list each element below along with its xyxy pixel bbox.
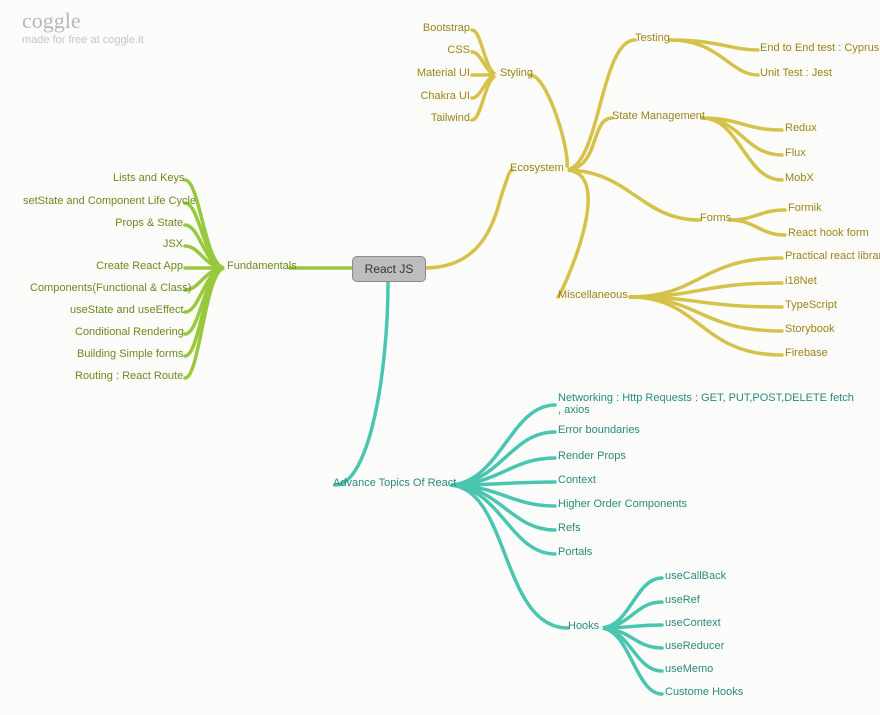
node-routing[interactable]: Routing : React Route — [75, 370, 183, 382]
node-e2e-cyprus[interactable]: End to End test : Cyprus — [760, 42, 879, 54]
brand-tagline: made for free at coggle.it — [22, 34, 144, 46]
node-error-boundaries[interactable]: Error boundaries — [558, 424, 640, 436]
node-formik[interactable]: Formik — [788, 202, 822, 214]
branch-state-mgmt[interactable]: State Management — [612, 110, 705, 122]
node-props-state[interactable]: Props & State — [115, 217, 183, 229]
branch-misc[interactable]: Miscellaneous — [558, 289, 628, 301]
node-jsx[interactable]: JSX — [160, 238, 183, 250]
node-react-hook-form[interactable]: React hook form — [788, 227, 869, 239]
node-usecontext[interactable]: useContext — [665, 617, 721, 629]
node-networking[interactable]: Networking : Http Requests : GET, PUT,PO… — [558, 392, 858, 416]
node-context[interactable]: Context — [558, 474, 596, 486]
node-building-forms[interactable]: Building Simple forms — [77, 348, 183, 360]
node-storybook[interactable]: Storybook — [785, 323, 835, 335]
node-components[interactable]: Components(Functional & Class) — [30, 282, 183, 294]
branch-forms[interactable]: Forms — [700, 212, 731, 224]
node-setstate-lifecycle[interactable]: setState and Component Life Cycle — [23, 195, 183, 207]
node-chakra-ui[interactable]: Chakra UI — [418, 90, 470, 102]
node-usestate-useeffect[interactable]: useState and useEffect — [70, 304, 183, 316]
node-flux[interactable]: Flux — [785, 147, 806, 159]
node-render-props[interactable]: Render Props — [558, 450, 626, 462]
node-css[interactable]: CSS — [420, 44, 470, 56]
node-usecallback[interactable]: useCallBack — [665, 570, 726, 582]
node-create-react-app[interactable]: Create React App — [95, 260, 183, 272]
root-node[interactable]: React JS — [352, 256, 426, 282]
branch-styling[interactable]: Styling — [500, 67, 533, 79]
node-unit-jest[interactable]: Unit Test : Jest — [760, 67, 832, 79]
branch-fundamentals[interactable]: Fundamentals — [227, 260, 297, 272]
brand-logo: coggle — [22, 8, 81, 34]
node-portals[interactable]: Portals — [558, 546, 592, 558]
branch-ecosystem[interactable]: Ecosystem — [510, 162, 564, 174]
node-tailwind[interactable]: Tailwind — [418, 112, 470, 124]
node-redux[interactable]: Redux — [785, 122, 817, 134]
branch-testing[interactable]: Testing — [635, 32, 670, 44]
branch-advance[interactable]: Advance Topics Of React — [333, 477, 456, 489]
node-usereducer[interactable]: useReducer — [665, 640, 724, 652]
node-useref[interactable]: useRef — [665, 594, 700, 606]
node-hoc[interactable]: Higher Order Components — [558, 498, 687, 510]
node-usememo[interactable]: useMemo — [665, 663, 713, 675]
node-custom-hooks[interactable]: Custome Hooks — [665, 686, 743, 698]
node-typescript[interactable]: TypeScript — [785, 299, 837, 311]
node-refs[interactable]: Refs — [558, 522, 581, 534]
node-firebase[interactable]: Firebase — [785, 347, 828, 359]
node-practical-libs[interactable]: Practical react libraries — [785, 250, 880, 262]
node-conditional-rendering[interactable]: Conditional Rendering — [75, 326, 183, 338]
node-lists-keys[interactable]: Lists and Keys — [113, 172, 183, 184]
node-bootstrap[interactable]: Bootstrap — [420, 22, 470, 34]
node-material-ui[interactable]: Material UI — [415, 67, 470, 79]
node-mobx[interactable]: MobX — [785, 172, 814, 184]
node-i18net[interactable]: i18Net — [785, 275, 817, 287]
branch-hooks[interactable]: Hooks — [568, 620, 599, 632]
